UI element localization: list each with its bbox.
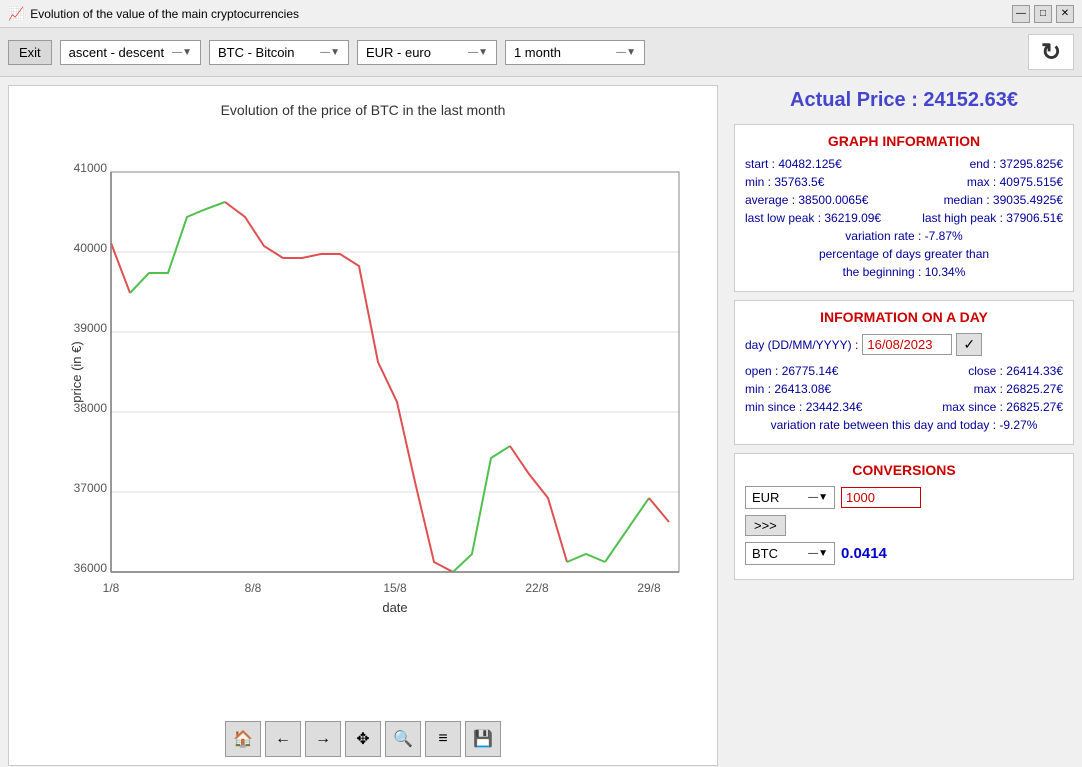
median-val: 39035.4925€ <box>993 193 1063 207</box>
svg-text:date: date <box>382 600 407 612</box>
back-tool-button[interactable]: ← <box>265 721 301 757</box>
last-high-label: last high peak : 37906.51€ <box>922 211 1063 225</box>
chart-bottom-toolbar: 🏠 ← → ✥ 🔍 ≡ 💾 <box>225 721 501 757</box>
svg-text:37000: 37000 <box>74 481 108 495</box>
to-currency-arrow: —▼ <box>808 548 828 559</box>
day-info-title: INFORMATION ON A DAY <box>745 309 1063 325</box>
from-currency-label: EUR <box>752 490 779 505</box>
day-min-val: 26413.08€ <box>774 382 831 396</box>
period-dropdown[interactable]: 1 month —▼ <box>505 40 645 65</box>
start-val: 40482.125€ <box>778 157 841 171</box>
last-low-label: last low peak : 36219.09€ <box>745 211 881 225</box>
svg-text:8/8: 8/8 <box>245 581 262 595</box>
exit-button[interactable]: Exit <box>8 40 52 65</box>
end-val: 37295.825€ <box>1000 157 1063 171</box>
currency-dropdown[interactable]: EUR - euro —▼ <box>357 40 497 65</box>
chart-panel: Evolution of the price of BTC in the las… <box>8 85 718 766</box>
from-currency-arrow: —▼ <box>808 492 828 503</box>
main-toolbar: Exit ascent - descent —▼ BTC - Bitcoin —… <box>0 28 1082 77</box>
title-bar: 📈 Evolution of the value of the main cry… <box>0 0 1082 28</box>
min-val: 35763.5€ <box>774 175 824 189</box>
sort-dropdown[interactable]: ascent - descent —▼ <box>60 40 201 65</box>
chart-svg: 41000 40000 39000 38000 37000 36000 1/8 … <box>69 122 689 612</box>
svg-text:41000: 41000 <box>74 161 108 175</box>
variation-label: variation rate : -7.87% <box>845 229 962 243</box>
day-variation-val: -9.27% <box>999 418 1037 432</box>
minimize-button[interactable]: — <box>1012 5 1030 23</box>
average-val: 38500.0065€ <box>798 193 868 207</box>
open-label: open : 26775.14€ <box>745 364 838 378</box>
app-icon: 📈 <box>8 6 24 22</box>
home-tool-button[interactable]: 🏠 <box>225 721 261 757</box>
day-input-label: day (DD/MM/YYYY) : <box>745 338 858 352</box>
min-label: min : 35763.5€ <box>745 175 824 189</box>
max-since-val: 26825.27€ <box>1006 400 1063 414</box>
graph-info-box: GRAPH INFORMATION start : 40482.125€ end… <box>734 124 1074 292</box>
settings-tool-button[interactable]: ≡ <box>425 721 461 757</box>
svg-text:1/8: 1/8 <box>103 581 120 595</box>
close-val: 26414.33€ <box>1006 364 1063 378</box>
check-button[interactable]: ✓ <box>956 333 982 356</box>
conversions-title: CONVERSIONS <box>745 462 1063 478</box>
to-currency-dropdown[interactable]: BTC —▼ <box>745 542 835 565</box>
zoom-tool-button[interactable]: 🔍 <box>385 721 421 757</box>
variation-val: -7.87% <box>925 229 963 243</box>
svg-text:15/8: 15/8 <box>383 581 407 595</box>
refresh-button[interactable]: ↻ <box>1028 34 1074 70</box>
svg-text:price (in €): price (in €) <box>69 341 84 402</box>
svg-text:29/8: 29/8 <box>637 581 661 595</box>
from-currency-dropdown[interactable]: EUR —▼ <box>745 486 835 509</box>
conversion-result: 0.0414 <box>841 545 887 562</box>
day-max-label: max : 26825.27€ <box>974 382 1063 396</box>
median-label: median : 39035.4925€ <box>944 193 1063 207</box>
pct-label2: the beginning : <box>843 265 922 279</box>
max-label: max : 40975.515€ <box>967 175 1063 189</box>
currency-dropdown-arrow: —▼ <box>460 47 488 58</box>
pct-val: 10.34% <box>925 265 966 279</box>
pct-label: percentage of days greater than <box>819 247 989 261</box>
conversions-box: CONVERSIONS EUR —▼ >>> BTC —▼ 0.0414 <box>734 453 1074 580</box>
max-val: 40975.515€ <box>1000 175 1063 189</box>
svg-text:36000: 36000 <box>74 561 108 575</box>
svg-text:39000: 39000 <box>74 321 108 335</box>
day-variation-label: variation rate between this day and toda… <box>771 418 1038 432</box>
move-tool-button[interactable]: ✥ <box>345 721 381 757</box>
start-label: start : 40482.125€ <box>745 157 842 171</box>
close-button[interactable]: ✕ <box>1056 5 1074 23</box>
day-max-val: 26825.27€ <box>1006 382 1063 396</box>
svg-text:40000: 40000 <box>74 241 108 255</box>
end-label: end : 37295.825€ <box>970 157 1063 171</box>
crypto-dropdown[interactable]: BTC - Bitcoin —▼ <box>209 40 349 65</box>
sort-dropdown-arrow: —▼ <box>164 47 192 58</box>
conversion-input[interactable] <box>841 487 921 508</box>
chart-area: 41000 40000 39000 38000 37000 36000 1/8 … <box>9 122 717 765</box>
close-label: close : 26414.33€ <box>968 364 1063 378</box>
min-since-val: 23442.34€ <box>806 400 863 414</box>
window-title: Evolution of the value of the main crypt… <box>30 7 299 21</box>
max-since-label: max since : 26825.27€ <box>942 400 1063 414</box>
average-label: average : 38500.0065€ <box>745 193 868 207</box>
min-since-label: min since : 23442.34€ <box>745 400 862 414</box>
open-val: 26775.14€ <box>782 364 839 378</box>
convert-button[interactable]: >>> <box>745 515 786 536</box>
last-low-val: 36219.09€ <box>824 211 881 225</box>
forward-tool-button[interactable]: → <box>305 721 341 757</box>
day-min-label: min : 26413.08€ <box>745 382 831 396</box>
graph-info-title: GRAPH INFORMATION <box>745 133 1063 149</box>
crypto-dropdown-arrow: —▼ <box>312 47 340 58</box>
actual-price: Actual Price : 24152.63€ <box>734 85 1074 116</box>
day-info-box: INFORMATION ON A DAY day (DD/MM/YYYY) : … <box>734 300 1074 445</box>
day-input[interactable] <box>862 334 952 355</box>
maximize-button[interactable]: □ <box>1034 5 1052 23</box>
svg-text:22/8: 22/8 <box>525 581 549 595</box>
chart-title: Evolution of the price of BTC in the las… <box>221 102 506 118</box>
period-dropdown-arrow: —▼ <box>608 47 636 58</box>
refresh-icon: ↻ <box>1041 38 1061 67</box>
save-tool-button[interactable]: 💾 <box>465 721 501 757</box>
right-panel: Actual Price : 24152.63€ GRAPH INFORMATI… <box>726 77 1082 766</box>
to-currency-label: BTC <box>752 546 778 561</box>
last-high-val: 37906.51€ <box>1006 211 1063 225</box>
